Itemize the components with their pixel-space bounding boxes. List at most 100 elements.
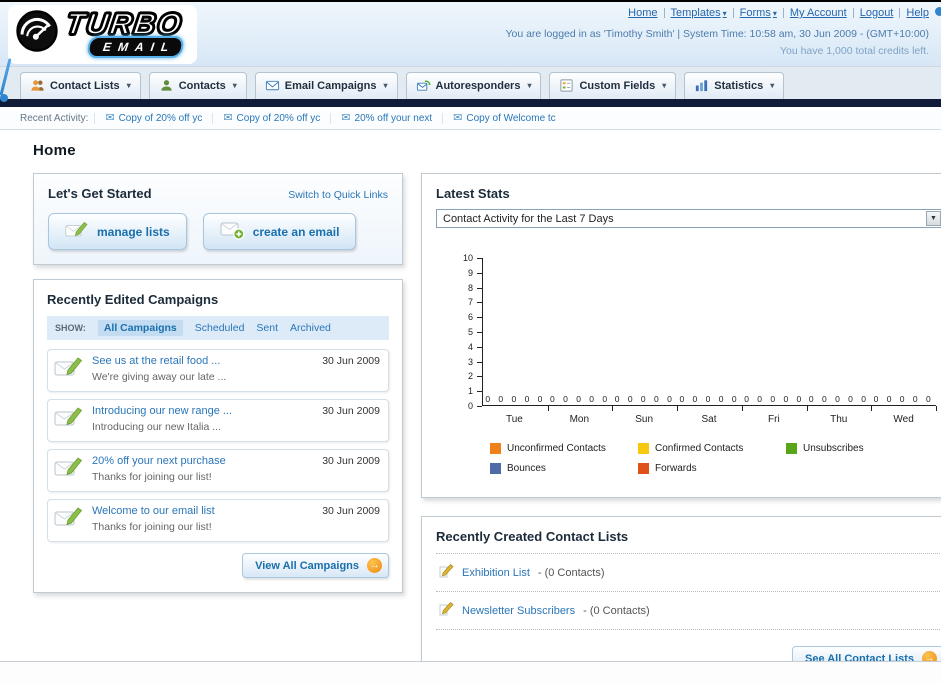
y-axis-label: 3 xyxy=(467,356,473,367)
tab-statistics[interactable]: Statistics ▾ xyxy=(684,72,785,99)
top-nav-my-account[interactable]: My Account xyxy=(790,7,847,19)
show-label: SHOW: xyxy=(55,323,86,333)
contact-list-count: - (0 Contacts) xyxy=(537,566,605,579)
campaign-envelope-pencil-icon xyxy=(54,355,84,385)
create-email-button[interactable]: create an email xyxy=(202,213,357,250)
recent-campaigns-panel: Recently Edited Campaigns SHOW: All Camp… xyxy=(33,279,403,593)
legend-label: Unconfirmed Contacts xyxy=(507,443,606,454)
filter-all-campaigns[interactable]: All Campaigns xyxy=(97,320,183,336)
top-nav-help[interactable]: Help xyxy=(906,7,929,19)
top-nav-forms[interactable]: Forms ▾ xyxy=(740,7,777,19)
contacts-icon xyxy=(159,78,174,93)
legend-item: Confirmed Contacts xyxy=(638,443,786,454)
filter-sent[interactable]: Sent xyxy=(256,322,278,334)
stats-period-value: Contact Activity for the Last 7 Days xyxy=(443,212,614,225)
bar-value-labels: 0 0 0 0 0 xyxy=(808,394,869,404)
campaign-title-link[interactable]: Welcome to our email list xyxy=(92,505,314,517)
y-axis-label: 5 xyxy=(467,327,473,337)
campaign-date: 30 Jun 2009 xyxy=(322,505,380,517)
recent-activity-item[interactable]: ✉ Copy of Welcome tc xyxy=(442,111,566,124)
recent-activity-item[interactable]: ✉ Copy of 20% off yc xyxy=(212,112,330,124)
pencil-paper-icon xyxy=(438,563,454,582)
legend-item: Forwards xyxy=(638,463,786,474)
contact-lists-icon xyxy=(30,78,45,93)
tab-autoresponders[interactable]: Autoresponders ▾ xyxy=(405,72,542,99)
bar-group: 0 0 0 0 0 xyxy=(612,258,678,411)
tab-contacts[interactable]: Contacts ▾ xyxy=(148,72,247,99)
y-axis-tick xyxy=(477,406,482,407)
contact-activity-chart: 10 9 8 7 6 5 4 3 2 1 0 0 0 0 0 00 0 0 0 00 0 0 0 0… xyxy=(452,253,937,483)
filter-archived[interactable]: Archived xyxy=(290,322,331,334)
campaign-envelope-pencil-icon xyxy=(54,405,84,435)
logo-word-turbo: TURBO xyxy=(63,7,186,42)
x-axis-label: Mon xyxy=(569,414,590,425)
tab-contact-lists[interactable]: Contact Lists ▾ xyxy=(20,72,141,99)
campaign-row[interactable]: See us at the retail food ... We're givi… xyxy=(47,349,389,392)
y-axis-label: 8 xyxy=(467,282,473,293)
latest-stats-panel: Latest Stats Contact Activity for the La… xyxy=(421,173,941,498)
turbo-email-logo[interactable]: TURBO EMAIL xyxy=(8,5,198,64)
switch-quick-links-link[interactable]: Switch to Quick Links xyxy=(288,189,388,201)
filter-scheduled[interactable]: Scheduled xyxy=(195,322,245,334)
y-axis-label: 9 xyxy=(467,267,473,278)
separator xyxy=(852,8,854,18)
stats-period-select[interactable]: Contact Activity for the Last 7 Days ▼ xyxy=(436,209,941,228)
main-content: Home Let's Get Started Switch to Quick L… xyxy=(0,130,941,683)
campaign-row[interactable]: 20% off your next purchase Thanks for jo… xyxy=(47,449,389,492)
custom-fields-icon xyxy=(559,78,574,93)
campaign-subtitle: We're giving away our late ... xyxy=(92,371,227,383)
envelope-icon: ✉ xyxy=(453,111,463,124)
recent-contact-lists-title: Recently Created Contact Lists xyxy=(436,529,941,554)
x-axis-label: Fri xyxy=(768,414,780,425)
logo-antenna-dot xyxy=(0,94,8,102)
bar-group: 0 0 0 0 0 xyxy=(871,258,937,411)
bar-value-labels: 0 0 0 0 0 xyxy=(873,394,934,404)
y-axis-label: 10 xyxy=(462,253,473,263)
recent-contact-lists-panel: Recently Created Contact Lists Exhibitio… xyxy=(421,516,941,683)
campaign-title-link[interactable]: Introducing our new range ... xyxy=(92,405,314,417)
contact-list-row[interactable]: Exhibition List - (0 Contacts) xyxy=(436,554,941,592)
chart-plot-area: 0 0 0 0 00 0 0 0 00 0 0 0 00 0 0 0 00 0 … xyxy=(482,258,937,411)
campaign-row[interactable]: Welcome to our email list Thanks for joi… xyxy=(47,499,389,542)
campaign-subtitle: Introducing our new Italia ... xyxy=(92,421,221,433)
campaign-filter-bar: SHOW: All Campaigns Scheduled Sent Archi… xyxy=(47,316,389,340)
bar-value-labels: 0 0 0 0 0 xyxy=(614,394,675,404)
contact-list-link[interactable]: Exhibition List xyxy=(462,567,530,579)
campaign-title-link[interactable]: See us at the retail food ... xyxy=(92,355,314,367)
bar-group: 0 0 0 0 0 xyxy=(483,258,549,411)
campaign-title-link[interactable]: 20% off your next purchase xyxy=(92,455,314,467)
campaign-row[interactable]: Introducing our new range ... Introducin… xyxy=(47,399,389,442)
pencil-paper-icon xyxy=(438,601,454,620)
separator xyxy=(663,8,665,18)
campaign-envelope-pencil-icon xyxy=(54,455,84,485)
contact-list-row[interactable]: Newsletter Subscribers - (0 Contacts) xyxy=(436,592,941,630)
header: TURBO EMAIL Home Templates ▾ Forms ▾ My Ac… xyxy=(0,2,941,66)
campaign-envelope-pencil-icon xyxy=(54,505,84,535)
tab-email-campaigns[interactable]: Email Campaigns ▾ xyxy=(254,72,398,99)
page-footer xyxy=(0,661,941,683)
tab-custom-fields[interactable]: Custom Fields ▾ xyxy=(549,72,677,99)
campaign-date: 30 Jun 2009 xyxy=(322,455,380,467)
x-axis-label: Tue xyxy=(505,414,523,425)
top-nav-templates[interactable]: Templates ▾ xyxy=(671,7,727,19)
recent-activity-item[interactable]: ✉ 20% off your next xyxy=(330,112,442,124)
legend-label: Confirmed Contacts xyxy=(655,443,744,454)
campaign-date: 30 Jun 2009 xyxy=(322,405,380,417)
envelope-icon: ✉ xyxy=(105,111,115,124)
get-started-title: Let's Get Started xyxy=(48,186,152,201)
y-axis-label: 4 xyxy=(467,341,473,352)
legend-label: Forwards xyxy=(655,463,697,474)
view-all-campaigns-button[interactable]: View All Campaigns → xyxy=(242,553,389,578)
top-nav: Home Templates ▾ Forms ▾ My Account Logout… xyxy=(628,7,929,19)
chart-x-axis: Tue Mon Sun Sat Fri Thu Wed xyxy=(482,414,936,425)
legend-swatch xyxy=(490,463,501,474)
legend-label: Bounces xyxy=(507,463,546,474)
contact-list-link[interactable]: Newsletter Subscribers xyxy=(462,605,575,617)
chevron-down-icon: ▾ xyxy=(527,81,532,90)
y-axis-label: 2 xyxy=(467,371,473,382)
top-nav-logout[interactable]: Logout xyxy=(860,7,894,19)
main-nav: Contact Lists ▾ Contacts ▾ Email Campaig… xyxy=(0,66,941,99)
recent-activity-item[interactable]: ✉ Copy of 20% off yc xyxy=(94,111,212,124)
manage-lists-button[interactable]: manage lists xyxy=(48,213,187,250)
top-nav-home[interactable]: Home xyxy=(628,7,657,19)
